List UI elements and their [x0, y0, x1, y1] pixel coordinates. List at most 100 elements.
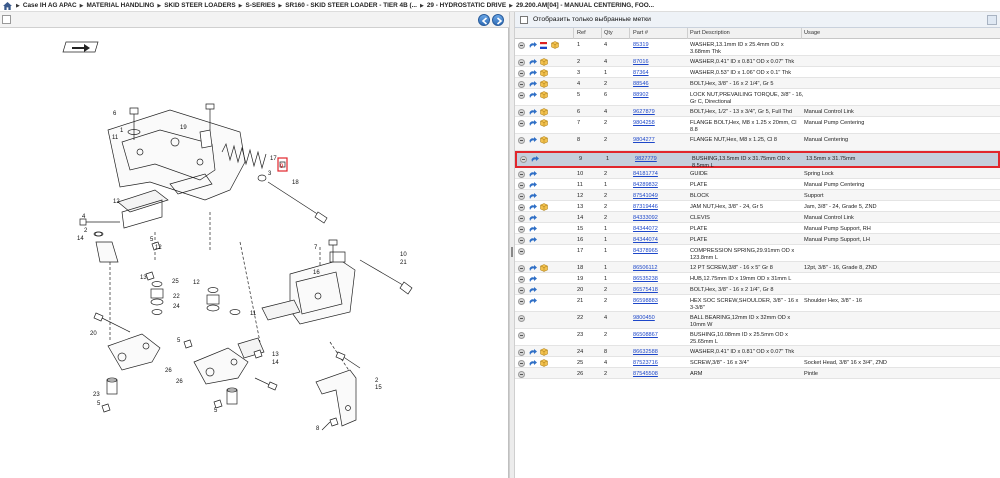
table-row[interactable]: 26 2 87545508 ARM Pintle: [515, 368, 1000, 379]
diagram-callout[interactable]: 20: [90, 331, 97, 337]
package-icon[interactable]: [540, 136, 548, 144]
part-number-link[interactable]: 9804277: [633, 137, 655, 144]
part-number-link[interactable]: 9827779: [635, 156, 657, 163]
table-row[interactable]: 16 1 84344074 PLATE Manual Pump Support, LH: [515, 234, 1000, 245]
package-icon[interactable]: [540, 359, 548, 367]
diagram-callout[interactable]: 23: [93, 392, 100, 398]
column-header-part[interactable]: Part #: [633, 30, 648, 36]
diagram-callout[interactable]: 12: [193, 280, 200, 286]
breadcrumb-item[interactable]: SKID STEER LOADERS: [164, 2, 235, 9]
add-to-cart-icon[interactable]: [518, 248, 525, 255]
column-header-qty[interactable]: Qty: [604, 30, 613, 36]
add-to-cart-icon[interactable]: [518, 215, 525, 222]
package-icon[interactable]: [540, 80, 548, 88]
diagram-callout[interactable]: 5: [177, 338, 181, 344]
column-divider[interactable]: [601, 28, 602, 39]
breadcrumb-item[interactable]: S-SERIES: [246, 2, 276, 9]
diagram-callout[interactable]: 5: [150, 237, 154, 243]
diagram-callout[interactable]: 3: [268, 171, 272, 177]
diagram-callout[interactable]: 5: [97, 401, 101, 407]
diagram-callout[interactable]: 2: [375, 378, 379, 384]
part-number-link[interactable]: 9800450: [633, 315, 655, 322]
package-icon[interactable]: [540, 69, 548, 77]
diagram-callout[interactable]: 13: [140, 275, 147, 281]
part-number-link[interactable]: 84333092: [633, 215, 658, 222]
diagram-callout[interactable]: 25: [172, 279, 179, 285]
add-to-cart-icon[interactable]: [520, 156, 527, 163]
diagram-callout[interactable]: 14: [77, 236, 84, 242]
diagram-callout[interactable]: 26: [176, 379, 183, 385]
add-to-cart-icon[interactable]: [518, 109, 525, 116]
add-to-cart-icon[interactable]: [518, 92, 525, 99]
add-to-cart-icon[interactable]: [518, 371, 525, 378]
table-row[interactable]: 10 2 84181774 GUIDE Spring Lock: [515, 168, 1000, 179]
add-to-cart-icon[interactable]: [518, 70, 525, 77]
table-row[interactable]: 19 1 86535238 HUB,12.75mm ID x 19mm OD x 31…: [515, 273, 1000, 284]
diagram-callout[interactable]: 22: [173, 294, 180, 300]
part-number-link[interactable]: 87319446: [633, 204, 658, 211]
part-number-link[interactable]: 86632588: [633, 349, 658, 356]
diagram-callout[interactable]: 12: [155, 245, 162, 251]
table-row[interactable]: 6 4 9627879 BOLT,Hex, 1/2" - 13 x 3/4", Gr …: [515, 106, 1000, 117]
replacement-arrow-icon[interactable]: [529, 81, 537, 88]
add-to-cart-icon[interactable]: [518, 81, 525, 88]
diagram-callout[interactable]: 16: [313, 270, 320, 276]
column-header-usage[interactable]: Usage: [804, 30, 820, 36]
table-row[interactable]: 2 4 87016 WASHER,0.41" ID x 0.81" OD x 0.07…: [515, 56, 1000, 67]
add-to-cart-icon[interactable]: [518, 120, 525, 127]
add-to-cart-icon[interactable]: [518, 265, 525, 272]
table-row[interactable]: 8 2 9804277 FLANGE NUT,Hex, M8 x 1.25, Cl 8…: [515, 134, 1000, 151]
add-to-cart-icon[interactable]: [518, 59, 525, 66]
part-number-link[interactable]: 85319: [633, 42, 649, 49]
add-to-cart-icon[interactable]: [518, 332, 525, 339]
show-selected-only-label[interactable]: Отобразить только выбранные метки: [533, 16, 651, 23]
diagram-callout[interactable]: 14: [272, 360, 279, 366]
breadcrumb-item[interactable]: SR160 - SKID STEER LOADER - TIER 4B (...: [285, 2, 417, 9]
table-row[interactable]: 1 4 85319 WASHER,13.1mm ID x 25.4mm OD x 3.…: [515, 39, 1000, 56]
flag-icon[interactable]: [540, 42, 547, 49]
table-row[interactable]: 17 1 84378965 COMPRESSION SPRING,29.91mm OD…: [515, 245, 1000, 262]
table-row[interactable]: 13 2 87319446 JAM NUT,Hex, 3/8" - 24, Gr 5 J…: [515, 201, 1000, 212]
part-number-link[interactable]: 84378965: [633, 248, 658, 255]
table-row[interactable]: 22 4 9800450 BALL BEARING,12mm ID x 32mm OD…: [515, 312, 1000, 329]
package-icon[interactable]: [540, 264, 548, 272]
show-selected-only-checkbox[interactable]: [520, 15, 528, 24]
table-row[interactable]: 7 2 9804258 FLANGE BOLT,Hex, M8 x 1.25 x 20…: [515, 117, 1000, 134]
replacement-arrow-icon[interactable]: [529, 298, 537, 305]
replacement-arrow-icon[interactable]: [529, 137, 537, 144]
column-header-ref[interactable]: Ref: [577, 30, 586, 36]
breadcrumb-item[interactable]: 29.200.AM[04] - MANUAL CENTERING, FOO...: [516, 2, 654, 9]
replacement-arrow-icon[interactable]: [529, 92, 537, 99]
part-number-link[interactable]: 84181774: [633, 171, 658, 178]
package-icon[interactable]: [540, 91, 548, 99]
replacement-arrow-icon[interactable]: [529, 237, 537, 244]
diagram-callout[interactable]: 26: [165, 368, 172, 374]
add-to-cart-icon[interactable]: [518, 42, 525, 49]
table-row[interactable]: 12 2 87541049 BLOCK Support: [515, 190, 1000, 201]
breadcrumb-item[interactable]: 29 - HYDROSTATIC DRIVE: [427, 2, 506, 9]
diagram-callout[interactable]: 13: [272, 352, 279, 358]
part-number-link[interactable]: 87523716: [633, 360, 658, 367]
column-divider[interactable]: [801, 28, 802, 39]
add-to-cart-icon[interactable]: [518, 171, 525, 178]
package-icon[interactable]: [540, 108, 548, 116]
part-number-link[interactable]: 88902: [633, 92, 649, 99]
table-row[interactable]: 4 2 88546 BOLT,Hex, 3/8" - 16 x 2 1/4", Gr …: [515, 78, 1000, 89]
previous-button[interactable]: [478, 14, 490, 26]
add-to-cart-icon[interactable]: [518, 204, 525, 211]
splitter-grip-icon[interactable]: [511, 247, 513, 257]
add-to-cart-icon[interactable]: [518, 276, 525, 283]
diagram-callout[interactable]: 6: [113, 111, 117, 117]
replacement-arrow-icon[interactable]: [529, 59, 537, 66]
part-number-link[interactable]: 84344072: [633, 226, 658, 233]
package-icon[interactable]: [540, 203, 548, 211]
diagram-callout[interactable]: 17: [270, 156, 277, 162]
table-row[interactable]: 25 4 87523716 SCREW,3/8" - 16 x 3/4" Socket …: [515, 357, 1000, 368]
replacement-arrow-icon[interactable]: [531, 156, 539, 163]
part-number-link[interactable]: 86535238: [633, 276, 658, 283]
replacement-arrow-icon[interactable]: [529, 204, 537, 211]
table-row[interactable]: 23 2 86508867 BUSHING,10.08mm ID x 25.5mm O…: [515, 329, 1000, 346]
package-icon[interactable]: [540, 348, 548, 356]
part-number-link[interactable]: 86598883: [633, 298, 658, 305]
expand-button[interactable]: [2, 15, 11, 24]
